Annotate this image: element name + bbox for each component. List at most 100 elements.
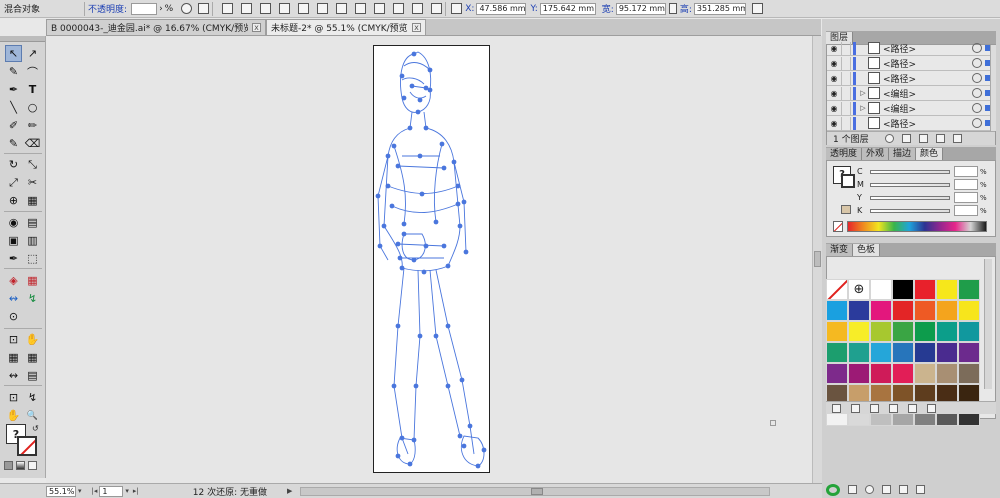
- distribute-bottom-icon[interactable]: [374, 3, 386, 14]
- close-icon[interactable]: x: [412, 23, 421, 32]
- black-slider-row[interactable]: K%: [857, 204, 993, 217]
- close-icon[interactable]: x: [252, 23, 261, 32]
- show-swatch-kinds-icon[interactable]: [851, 403, 860, 413]
- target-circle-icon[interactable]: [972, 58, 982, 68]
- color-swatch[interactable]: [936, 363, 958, 384]
- cyan-input[interactable]: [954, 166, 978, 177]
- blend-tool-icon[interactable]: ▥: [24, 232, 41, 249]
- color-swatch[interactable]: [870, 279, 892, 300]
- warp-tool-icon[interactable]: ⤢: [5, 174, 22, 191]
- type-tool-icon[interactable]: T: [24, 81, 41, 98]
- selection-tool-icon[interactable]: ↖: [5, 45, 22, 62]
- none-mode-icon[interactable]: [28, 461, 37, 470]
- layer-name[interactable]: <编组>: [883, 102, 972, 115]
- color-mode-icon[interactable]: [4, 461, 13, 470]
- color-swatch[interactable]: [870, 321, 892, 342]
- gradient-mode-icon[interactable]: [16, 461, 25, 470]
- align-left-icon[interactable]: [222, 3, 234, 14]
- yellow-slider[interactable]: [870, 195, 950, 200]
- recolor-icon[interactable]: [181, 3, 193, 14]
- pen-tool-icon[interactable]: ✒: [5, 81, 22, 98]
- layers-scrollbar[interactable]: [990, 45, 996, 131]
- cyan-slider-row[interactable]: C%: [857, 165, 993, 178]
- tray-keyboard-icon[interactable]: [899, 485, 908, 494]
- width-input[interactable]: 95.172 mm: [615, 2, 666, 15]
- color-swatch[interactable]: [892, 321, 914, 342]
- color-swatch[interactable]: [958, 321, 980, 342]
- opacity-input[interactable]: [131, 2, 158, 15]
- reshape-tool-icon[interactable]: ▦: [24, 272, 41, 289]
- lock-toggle[interactable]: [841, 101, 851, 115]
- none-color-swatch[interactable]: [833, 221, 843, 232]
- artboard[interactable]: [373, 45, 490, 473]
- delete-swatch-icon[interactable]: [927, 403, 936, 413]
- distribute-left-icon[interactable]: [393, 3, 405, 14]
- visibility-eye-icon[interactable]: ◉: [827, 74, 841, 83]
- layer-name[interactable]: <路径>: [883, 42, 972, 55]
- tab-document-1[interactable]: B 0000043-_迪金园.ai* @ 16.67% (CMYK/预览) x: [46, 19, 266, 35]
- visibility-eye-icon[interactable]: ◉: [827, 119, 841, 128]
- color-swatch[interactable]: [914, 342, 936, 363]
- color-swatch[interactable]: [914, 279, 936, 300]
- first-page-icon[interactable]: |◂: [90, 487, 100, 495]
- layer-name[interactable]: <路径>: [883, 57, 972, 70]
- yellow-slider-row[interactable]: Y%: [857, 191, 993, 204]
- color-swatch[interactable]: [936, 300, 958, 321]
- tab-gradient[interactable]: 渐变: [826, 244, 854, 256]
- color-swatch[interactable]: [892, 342, 914, 363]
- lasso-tool-icon[interactable]: ⌒: [24, 63, 41, 80]
- gradient-tool-icon[interactable]: ▤: [24, 214, 41, 231]
- perspective-grid-tool-icon[interactable]: ▦: [24, 192, 41, 209]
- hscroll-thumb[interactable]: [531, 487, 544, 495]
- height-input[interactable]: 351.285 mm: [693, 2, 746, 15]
- layer-row[interactable]: ◉ <路径>: [827, 71, 995, 86]
- tab-appearance[interactable]: 外观: [862, 148, 890, 160]
- swatches-scrollbar[interactable]: [984, 259, 992, 389]
- tab-stroke[interactable]: 描边: [889, 148, 917, 160]
- align-top-icon[interactable]: [279, 3, 291, 14]
- list-tool-icon[interactable]: ▤: [24, 367, 41, 384]
- tab-transparency[interactable]: 透明度: [826, 148, 863, 160]
- target-circle-icon[interactable]: [972, 43, 982, 53]
- pencil-tool-icon[interactable]: ✏: [24, 117, 41, 134]
- visibility-eye-icon[interactable]: ◉: [827, 89, 841, 98]
- registration-swatch[interactable]: ⊕: [848, 279, 870, 300]
- color-swatch[interactable]: [914, 300, 936, 321]
- crosshair-tool-icon[interactable]: ⊙: [5, 308, 22, 325]
- blob-brush-tool-icon[interactable]: ✎: [5, 135, 22, 152]
- ellipse-tool-icon[interactable]: ○: [24, 99, 41, 116]
- layer-row[interactable]: ◉ <路径>: [827, 56, 995, 71]
- expand-icon[interactable]: ▷: [858, 89, 868, 97]
- height-label[interactable]: 高:: [680, 2, 692, 15]
- zoom-tool-icon[interactable]: 🔍: [24, 407, 41, 424]
- stroke-swatch[interactable]: [17, 436, 37, 456]
- envelope-tool-icon[interactable]: ⊡: [5, 331, 22, 348]
- color-swatch[interactable]: [936, 342, 958, 363]
- target-circle-icon[interactable]: [972, 73, 982, 83]
- eyedropper-tool-icon[interactable]: ▣: [5, 232, 22, 249]
- path-join-tool-icon[interactable]: ↭: [5, 290, 22, 307]
- expand-icon[interactable]: ▷: [858, 104, 868, 112]
- color-swatch[interactable]: [870, 300, 892, 321]
- color-swatch[interactable]: [848, 300, 870, 321]
- swatch-libraries-icon[interactable]: [832, 403, 841, 413]
- constrain-link-icon[interactable]: [668, 3, 677, 14]
- shape-builder-tool-icon[interactable]: ⊕: [5, 192, 22, 209]
- figure-artwork[interactable]: [374, 46, 491, 474]
- x-label[interactable]: X:: [465, 4, 474, 14]
- reference-point-icon[interactable]: [451, 3, 463, 14]
- scroll-thumb[interactable]: [814, 251, 821, 267]
- color-swatch[interactable]: [826, 342, 848, 363]
- column-graph-tool-icon[interactable]: ⬚: [24, 250, 41, 267]
- color-swatch[interactable]: [892, 300, 914, 321]
- color-swatch[interactable]: [892, 279, 914, 300]
- align-right-icon[interactable]: [260, 3, 272, 14]
- color-swatch[interactable]: [848, 363, 870, 384]
- color-swatch[interactable]: [826, 363, 848, 384]
- next-page-icon[interactable]: ▸|: [131, 487, 141, 495]
- make-clipping-mask-icon[interactable]: [901, 134, 911, 143]
- color-swatch[interactable]: [870, 363, 892, 384]
- new-color-group-icon[interactable]: [889, 403, 898, 413]
- align-to-icon[interactable]: [198, 3, 210, 14]
- color-swatch[interactable]: [826, 321, 848, 342]
